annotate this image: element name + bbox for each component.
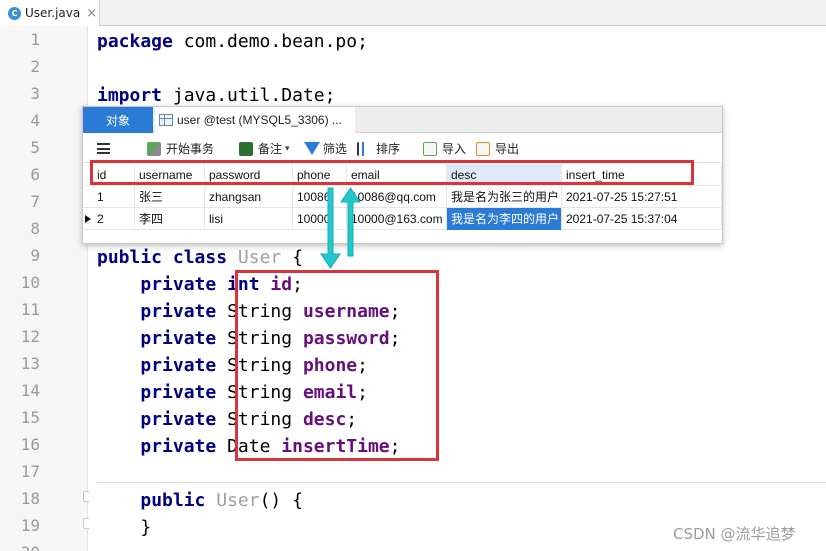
import-button[interactable]: 导入 [423,134,466,163]
line-number: 7 [30,192,40,211]
table-icon [159,114,173,126]
close-icon[interactable]: × [86,6,97,21]
cell-insert-time[interactable]: 2021-07-25 15:27:51 [562,186,722,208]
sort-label: 排序 [376,142,401,156]
cell-password[interactable]: lisi [205,208,293,230]
table-row[interactable]: 1 张三 zhangsan 10086 10086@qq.com 我是名为张三的… [83,186,722,208]
code-line-package: package com.demo.bean.po; [97,28,368,55]
code-line-constructor: public User() { [140,490,303,511]
filter-button[interactable]: 筛选 [304,134,347,163]
keyword: private [140,274,217,295]
import-icon [423,141,437,156]
export-icon [476,141,490,156]
navicat-toolbar: 开始事务 备注 ▾ 筛选 排序 导入 导出 [83,134,722,163]
java-class-icon: C [8,6,21,20]
line-number: 16 [20,435,40,454]
begin-transaction-label: 开始事务 [166,142,215,156]
line-number: 9 [30,246,40,265]
watermark: CSDN @流华追梦 [673,525,796,543]
constructor-name: User [205,490,260,511]
chevron-down-icon: ▾ [285,143,290,153]
cell-username[interactable]: 李四 [135,208,205,230]
line-number: 13 [20,354,40,373]
row-pointer-icon [85,215,91,223]
line-number: 20 [0,539,40,551]
line-number: 2 [30,57,40,76]
column-highlight-box [90,160,694,185]
keyword: private [140,301,217,322]
tab-objects[interactable]: 对象 [83,107,153,133]
line-number: 11 [20,300,40,319]
editor-tab-bar: C User.java × [0,0,826,26]
cell-desc[interactable]: 我是名为张三的用户 [447,186,562,208]
line-number: 12 [20,327,40,346]
keyword: class [162,247,228,268]
import-name: java.util.Date; [162,85,336,106]
keyword: private [140,355,217,376]
package-name: com.demo.bean.po; [172,31,368,52]
keyword: private [140,409,217,430]
code-line-class-declaration: public class User { [97,244,303,271]
line-number: 19 [20,516,40,535]
cell-id[interactable]: 1 [93,186,135,208]
line-number: 8 [30,219,40,238]
filter-icon [304,142,320,155]
keyword: private [140,436,217,457]
file-tab-user-java[interactable]: C User.java × [0,0,100,26]
line-number: 15 [20,408,40,427]
line-number: 5 [30,138,40,157]
brace: { [281,247,303,268]
line-number: 18 [20,489,40,508]
navicat-tab-bar: 对象 user @test (MYSQL5_3306) ... [83,107,722,133]
line-number: 1 [30,30,40,49]
table-row[interactable]: 2 李四 lisi 10000 10000@163.com 我是名为李四的用户 … [83,208,722,230]
keyword: private [140,328,217,349]
export-button[interactable]: 导出 [476,134,519,163]
cell-username[interactable]: 张三 [135,186,205,208]
import-label: 导入 [442,142,467,156]
keyword: public [97,247,163,268]
sort-button[interactable]: 排序 [357,134,400,163]
cell-password[interactable]: zhangsan [205,186,293,208]
code-line-close-brace: } [140,517,152,538]
line-number: 17 [20,462,40,481]
tab-user-table-label: user @test (MYSQL5_3306) ... [177,113,342,127]
keyword: import [97,85,163,106]
begin-transaction-icon [147,141,161,156]
cell-id[interactable]: 2 [93,208,135,230]
line-number-gutter: 1 2 3 4 5 6 7 8 9 10 11 12 13 14 15 16 1… [0,26,94,551]
class-name: User [227,247,282,268]
tab-user-table[interactable]: user @test (MYSQL5_3306) ... [155,107,355,133]
mapping-arrow-icon [320,187,361,269]
code-line-import: import java.util.Date; [97,82,335,109]
sort-icon [357,141,371,156]
file-tab-label: User.java [25,6,81,20]
cell-insert-time[interactable]: 2021-07-25 15:37:04 [562,208,722,230]
note-icon [239,141,253,156]
line-number: 4 [30,111,40,130]
filter-label: 筛选 [323,142,348,156]
line-number: 3 [30,84,40,103]
keyword: public [140,490,206,511]
line-number: 10 [20,273,40,292]
begin-transaction-button[interactable]: 开始事务 [147,134,214,163]
note-button[interactable]: 备注 ▾ [239,134,290,163]
current-row-marker [83,208,93,230]
export-label: 导出 [495,142,520,156]
note-label: 备注 [258,142,283,156]
method-separator [97,482,826,483]
field-highlight-box [235,270,439,461]
line-number: 14 [20,381,40,400]
menu-icon[interactable] [97,143,110,154]
cell-desc-selected[interactable]: 我是名为李四的用户 [447,208,562,230]
keyword: package [97,31,173,52]
keyword: private [140,382,217,403]
line-number: 6 [30,165,40,184]
